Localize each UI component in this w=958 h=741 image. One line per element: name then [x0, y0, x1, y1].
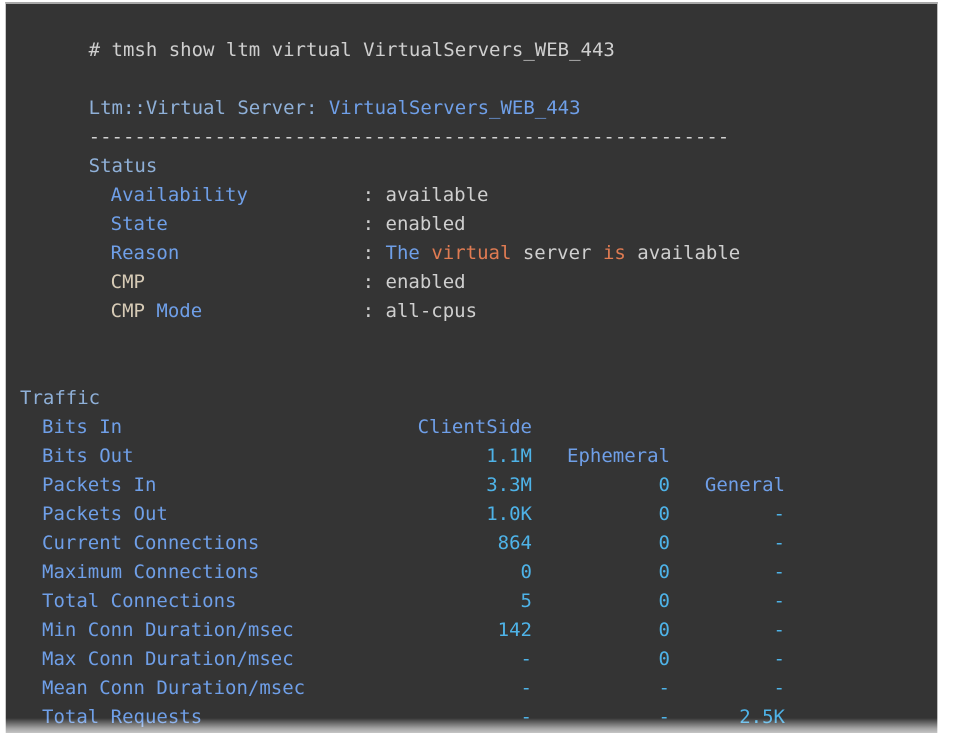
status-label-cmp-mode: CMP Mode	[111, 297, 363, 326]
terminal-window[interactable]: # tmsh show ltm virtual VirtualServers_W…	[5, 2, 938, 733]
table-row: Total Connections 142 0 -	[20, 558, 935, 699]
colon: :	[362, 271, 375, 293]
colon: :	[362, 184, 375, 206]
terminal-output[interactable]: # tmsh show ltm virtual VirtualServers_W…	[20, 7, 935, 728]
table-row: Bits In 1.1M 0 -	[20, 384, 935, 525]
reason-word-the: The	[385, 242, 420, 264]
table-row: Min Conn Duration/msec - - 2.5K	[20, 587, 935, 728]
table-row: Mean Conn Duration/msec - - 19.0K	[20, 645, 935, 728]
table-row: Max Conn Duration/msec - - 378.7K	[20, 616, 935, 728]
table-row: Bits Out 3.3M 0 -	[20, 413, 935, 554]
status-label-cmp: CMP	[110, 271, 145, 293]
colon: :	[362, 242, 375, 264]
status-label-availability: Availability	[110, 184, 248, 206]
cell-clientside: -	[310, 732, 532, 733]
status-label-state: State	[110, 213, 168, 235]
colon: :	[362, 213, 375, 235]
status-value-cmp: enabled	[385, 271, 466, 293]
reason-word-server: server	[522, 242, 592, 264]
separator-text: ----------------------------------------…	[88, 126, 730, 148]
command-text: # tmsh show ltm virtual VirtualServers_W…	[88, 39, 615, 61]
status-value-availability: available	[385, 184, 489, 206]
table-row: Packets Out 864 0 -	[20, 471, 935, 612]
right-margin	[938, 0, 958, 741]
row-label: Total Requests	[42, 706, 203, 728]
status-title-text: Status	[88, 155, 158, 177]
cell-clientside: -	[520, 706, 532, 728]
virtual-server-heading: Ltm::Virtual Server: VirtualServers_WEB_…	[20, 65, 935, 119]
heading-name: VirtualServers_WEB_443	[328, 97, 581, 119]
reason-word-available: available	[637, 242, 741, 264]
reason-word-virtual: virtual	[431, 242, 512, 264]
status-value-cmp-mode: all-cpus	[385, 300, 478, 322]
status-label-mode-word: Mode	[156, 300, 203, 322]
command-line: # tmsh show ltm virtual VirtualServers_W…	[20, 7, 935, 61]
table-row: Maximum Connections 5 0 -	[20, 529, 935, 670]
reason-word-is: is	[602, 242, 626, 264]
status-label-cmp-word: CMP	[110, 300, 145, 322]
table-row: Packets In 1.0K 0 -	[20, 442, 935, 583]
status-label-reason: Reason	[110, 242, 180, 264]
traffic-header-row: Traffic ClientSide Ephemeral General	[20, 355, 935, 496]
colon: :	[362, 300, 375, 322]
table-row: Total Requests - - 53	[20, 674, 935, 728]
table-row: Current Connections 0 0 -	[20, 500, 935, 641]
heading-prefix: Ltm::Virtual Server:	[88, 97, 329, 119]
status-value-state: enabled	[385, 213, 466, 235]
